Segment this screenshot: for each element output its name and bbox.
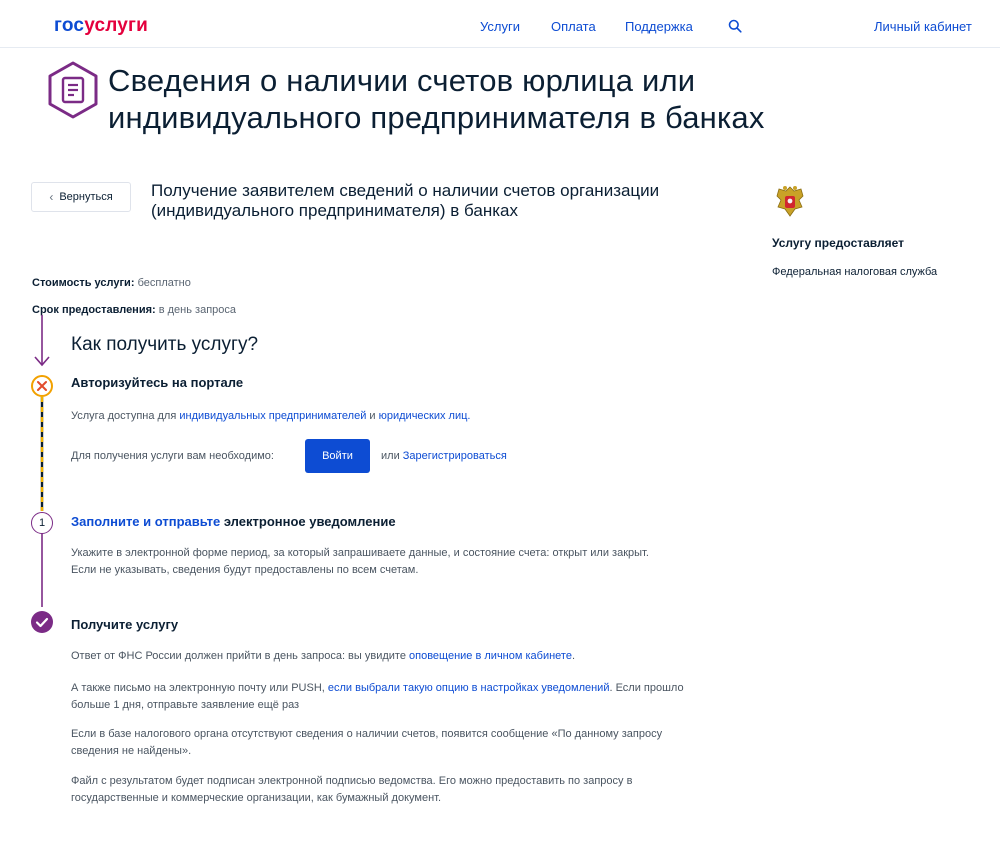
steps-timeline <box>34 315 50 607</box>
step3-p1: Ответ от ФНС России должен прийти в день… <box>71 650 576 662</box>
chevron-left-icon: ‹ <box>49 190 54 204</box>
link-individual-entrepreneurs[interactable]: индивидуальных предпринимателей <box>179 410 366 422</box>
nav-services[interactable]: Услуги <box>480 19 520 34</box>
step3-title: Получите услугу <box>71 617 179 632</box>
step3-p4: Файл с результатом будет подписан электр… <box>71 775 633 804</box>
russian-emblem-icon <box>776 186 804 217</box>
fill-and-send-link[interactable]: Заполните и отправьте <box>71 514 220 529</box>
service-cost: Стоимость услуги: бесплатно <box>32 277 191 289</box>
register-link[interactable]: Зарегистрироваться <box>403 450 507 462</box>
step1-availability: Услуга доступна для индивидуальных предп… <box>71 410 471 422</box>
gosuslugi-logo[interactable]: госуслуги <box>54 15 148 37</box>
howto-title: Как получить услугу? <box>71 334 259 355</box>
page-title: Сведения о наличии счетов юрлица или инд… <box>108 63 765 135</box>
step2-title: Заполните и отправьте электронное уведом… <box>71 514 396 529</box>
personal-account-notification-link[interactable]: оповещение в личном кабинете <box>409 650 572 662</box>
step1-title: Авторизуйтесь на портале <box>71 375 244 390</box>
register-row: или Зарегистрироваться <box>381 450 507 462</box>
step2-text: Укажите в электронной форме период, за к… <box>71 547 649 576</box>
nav-support[interactable]: Поддержка <box>625 19 693 34</box>
step3-p2: А также письмо на электронную почту или … <box>71 682 684 711</box>
step3-p3: Если в базе налогового органа отсутствую… <box>71 728 663 757</box>
step-number-badge: 1 <box>31 512 53 534</box>
back-button-label: Вернуться <box>59 191 113 203</box>
error-x-icon <box>31 375 53 397</box>
link-legal-entities[interactable]: юридических лиц. <box>379 410 471 422</box>
step1-need-text: Для получения услуги вам необходимо: <box>71 450 274 462</box>
site-header: госуслуги Услуги Оплата Поддержка Личный… <box>0 0 1000 54</box>
login-button[interactable]: Войти <box>305 439 370 473</box>
header-divider <box>0 47 1000 48</box>
nav-payment[interactable]: Оплата <box>551 19 596 34</box>
document-hexagon-icon <box>48 61 98 119</box>
checkmark-icon <box>31 611 53 633</box>
back-button[interactable]: ‹ Вернуться <box>31 182 131 212</box>
service-title: Получение заявителем сведений о наличии … <box>151 181 660 220</box>
provider-name: Федеральная налоговая служба <box>772 266 938 278</box>
search-icon[interactable] <box>728 19 742 33</box>
nav-personal-account[interactable]: Личный кабинет <box>874 19 972 34</box>
notification-settings-link[interactable]: если выбрали такую опцию в настройках ув… <box>328 682 610 694</box>
provider-label: Услугу предоставляет <box>772 236 905 250</box>
